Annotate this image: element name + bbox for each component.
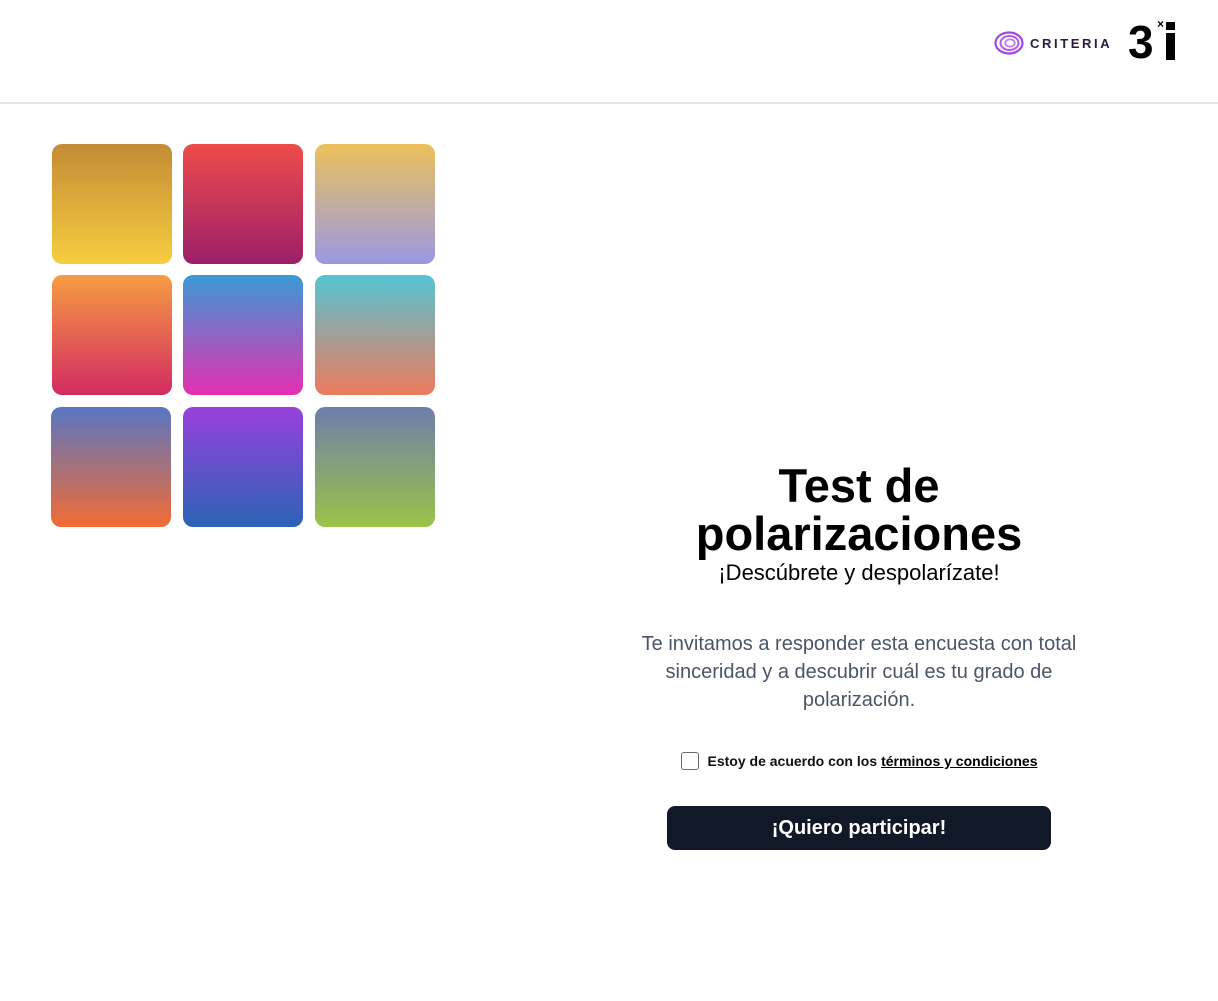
terms-row: Estoy de acuerdo con los términos y cond… xyxy=(609,752,1109,770)
gradient-tile-orange-pink xyxy=(52,275,172,395)
gradient-tile-indigo-orange xyxy=(51,407,171,527)
participate-button[interactable]: ¡Quiero participar! xyxy=(667,806,1051,850)
logo-times-glyph: × xyxy=(1157,17,1165,31)
criteria-logo[interactable]: CRITERIA xyxy=(994,29,1112,57)
terms-link[interactable]: términos y condiciones xyxy=(881,753,1037,769)
spiral-logo-icon xyxy=(994,31,1024,55)
intro-text: Te invitamos a responder esta encuesta c… xyxy=(641,633,1077,711)
gradient-tile-slate-green xyxy=(315,407,435,527)
page-title: Test de polarizaciones xyxy=(695,459,1023,560)
logo-i-dot xyxy=(1166,22,1175,30)
gradient-tile-blue-pink xyxy=(183,275,303,395)
terms-label: Estoy de acuerdo con los xyxy=(707,753,878,769)
intro-panel: Test de polarizaciones ¡Descúbrete y des… xyxy=(609,462,1109,850)
gradient-tile-gold-yellow xyxy=(52,144,172,264)
gradient-tile-purple-blue xyxy=(183,407,303,527)
terms-checkbox[interactable] xyxy=(680,752,699,770)
gradient-tile-red-magenta xyxy=(183,144,303,264)
page-subtitle: ¡Descúbrete y despolarízate! xyxy=(718,560,1000,585)
criteria-logo-text: CRITERIA xyxy=(1030,35,1113,51)
partner-logo-3xi[interactable]: 3 × xyxy=(1128,18,1178,66)
logo-3-glyph: 3 xyxy=(1128,16,1154,68)
top-header: CRITERIA 3 × xyxy=(0,0,1218,104)
gradient-tile-yellow-lavender xyxy=(315,144,435,264)
logo-i-bar xyxy=(1166,33,1175,60)
gradient-tile-teal-coral xyxy=(315,275,435,395)
gradient-tile-grid xyxy=(51,144,436,528)
